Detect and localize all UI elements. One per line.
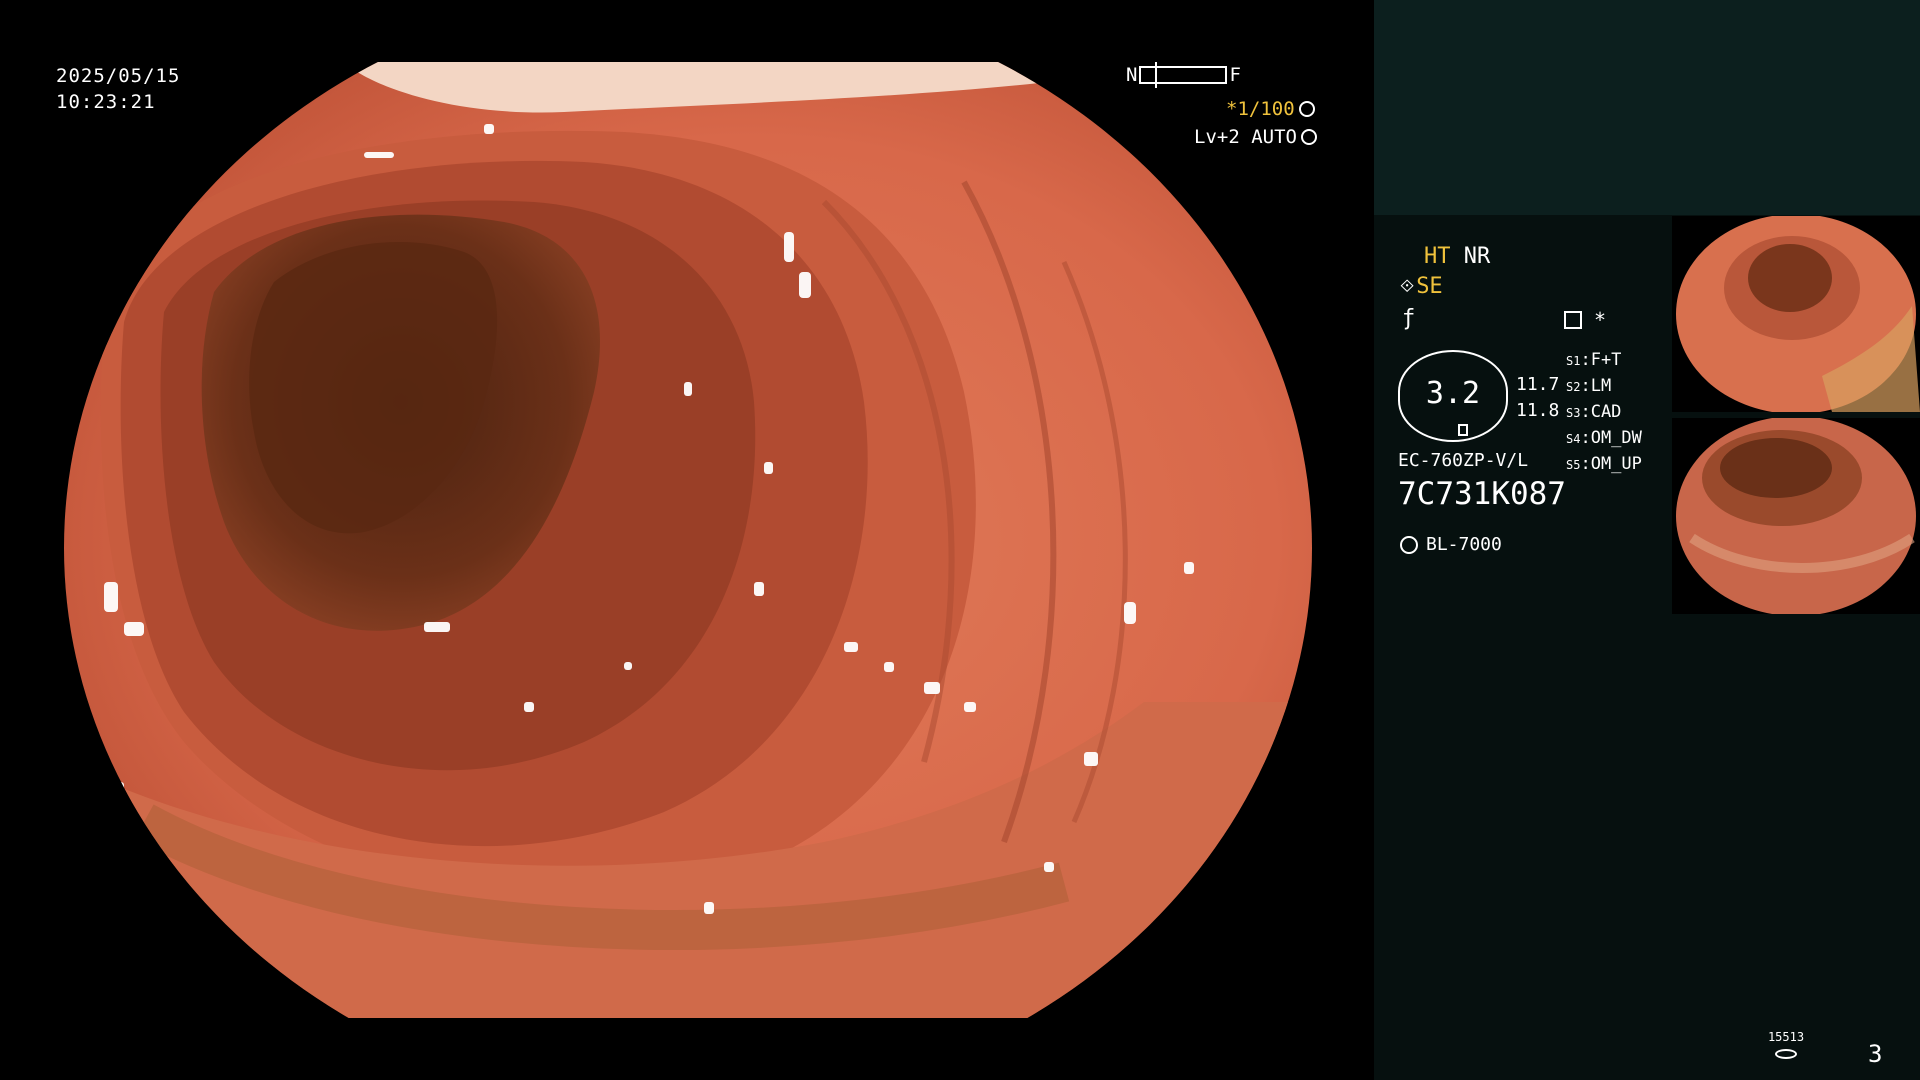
level-indicator: Lv+2 AUTO	[1194, 126, 1317, 148]
info-panel: HT NR ⟐ SE ƒ * 3.2 11.7 11.8 S1:F+T S2:L…	[1374, 0, 1920, 1080]
switch-s3: S3:CAD	[1566, 402, 1622, 422]
serial-number: 7C731K087	[1398, 476, 1566, 512]
shutter-value: *1/100	[1226, 98, 1295, 120]
near-far-bar	[1139, 62, 1228, 88]
switch-s4: S4:OM_DW	[1566, 428, 1642, 448]
memo-row: *	[1564, 308, 1606, 332]
shutter-icon	[1298, 101, 1315, 117]
switch-s5: S5:OM_UP	[1566, 454, 1642, 474]
zoom-tip-marker	[1458, 424, 1468, 436]
thumbnail-1[interactable]	[1672, 216, 1920, 412]
function-icon: ƒ	[1402, 306, 1416, 331]
metric-1: 11.7	[1516, 374, 1560, 395]
auto-icon	[1300, 129, 1317, 145]
zoom-gauge: 3.2	[1398, 350, 1508, 442]
memo-asterisk: *	[1594, 308, 1607, 332]
level-value: Lv+2 AUTO	[1194, 126, 1297, 148]
near-far-indicator: N F	[1126, 62, 1241, 88]
mode-row-2: ⟐ SE	[1400, 274, 1443, 299]
light-source-icon	[1400, 535, 1418, 554]
light-source: BL-7000	[1400, 532, 1502, 557]
switch-list: S1:F+T S2:LM S3:CAD S4:OM_DW S5:OM_UP	[1566, 348, 1642, 478]
capture-date: 2025/05/15	[56, 65, 181, 87]
capture-time: 10:23:21	[56, 91, 156, 113]
endoscope-image	[64, 62, 1312, 1018]
mode-se: SE	[1416, 274, 1443, 299]
scope-model: EC-760ZP-V/L	[1398, 450, 1529, 471]
zoom-value: 3.2	[1425, 376, 1481, 411]
capture-count: 15513	[1767, 1030, 1805, 1044]
scope-tip-icon: ⟐	[1400, 276, 1415, 297]
shutter-indicator: *1/100	[1226, 98, 1315, 120]
panel-header	[1374, 0, 1920, 215]
page-number: 3	[1868, 1040, 1883, 1068]
switch-s1: S1:F+T	[1566, 350, 1622, 370]
memo-icon	[1564, 311, 1582, 329]
light-source-label: BL-7000	[1426, 534, 1502, 555]
near-label: N	[1126, 64, 1138, 86]
thumbnail-2[interactable]	[1672, 418, 1920, 614]
metric-2: 11.8	[1516, 400, 1560, 421]
mode-row-1: HT NR	[1424, 244, 1490, 269]
capture-counter: 15513	[1766, 1030, 1806, 1063]
switch-s2: S2:LM	[1566, 376, 1612, 396]
mode-nr: NR	[1463, 244, 1491, 269]
storage-icon	[1775, 1049, 1797, 1059]
mode-ht: HT	[1424, 244, 1451, 269]
far-label: F	[1229, 64, 1241, 86]
